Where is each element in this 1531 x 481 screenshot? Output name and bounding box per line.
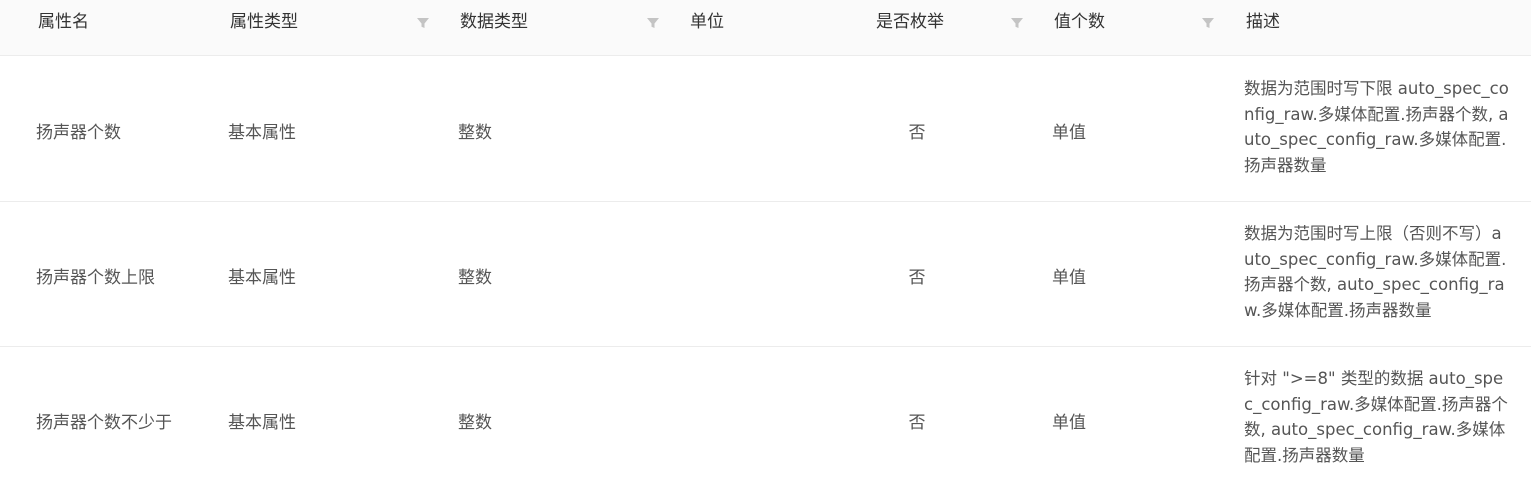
filter-icon[interactable] <box>1010 16 1024 30</box>
cell-data-type: 整数 <box>458 413 492 433</box>
cell-attr-type: 基本属性 <box>228 268 296 288</box>
filter-icon[interactable] <box>416 16 430 30</box>
column-header-is-enum: 是否枚举 <box>876 12 944 32</box>
table-header: 属性名 属性类型 数据类型 单位 是否枚举 值个数 描述 <box>0 0 1531 56</box>
cell-is-enum: 否 <box>908 268 926 288</box>
cell-description: 针对 ">=8" 类型的数据 auto_spec_config_raw.多媒体配… <box>1244 369 1508 465</box>
column-header-value-count: 值个数 <box>1054 12 1105 32</box>
column-header-unit: 单位 <box>690 12 724 32</box>
cell-value-count: 单值 <box>1052 413 1086 433</box>
cell-value-count: 单值 <box>1052 268 1086 288</box>
cell-attr-type: 基本属性 <box>228 123 296 143</box>
column-header-attr-name: 属性名 <box>38 12 89 32</box>
cell-description: 数据为范围时写下限 auto_spec_config_raw.多媒体配置.扬声器… <box>1244 79 1509 175</box>
table-row: 扬声器个数上限 基本属性 整数 否 单值 数据为范围时写上限（否则不写）auto… <box>0 201 1531 347</box>
cell-is-enum: 否 <box>908 413 926 433</box>
cell-attr-name: 扬声器个数上限 <box>36 268 155 288</box>
column-header-data-type: 数据类型 <box>460 12 528 32</box>
cell-data-type: 整数 <box>458 268 492 288</box>
cell-is-enum: 否 <box>908 123 926 143</box>
cell-data-type: 整数 <box>458 123 492 143</box>
attribute-table: 属性名 属性类型 数据类型 单位 是否枚举 值个数 描述 扬声器个数 基本属性 … <box>0 0 1531 481</box>
cell-attr-name: 扬声器个数不少于 <box>36 413 172 433</box>
column-header-attr-type: 属性类型 <box>230 12 298 32</box>
cell-attr-type: 基本属性 <box>228 413 296 433</box>
filter-icon[interactable] <box>646 16 660 30</box>
cell-description: 数据为范围时写上限（否则不写）auto_spec_config_raw.多媒体配… <box>1244 224 1507 320</box>
column-header-description: 描述 <box>1246 12 1280 32</box>
cell-value-count: 单值 <box>1052 123 1086 143</box>
table-row: 扬声器个数不少于 基本属性 整数 否 单值 针对 ">=8" 类型的数据 aut… <box>0 346 1531 481</box>
filter-icon[interactable] <box>1201 16 1215 30</box>
cell-attr-name: 扬声器个数 <box>36 123 121 143</box>
table-row: 扬声器个数 基本属性 整数 否 单值 数据为范围时写下限 auto_spec_c… <box>0 56 1531 202</box>
